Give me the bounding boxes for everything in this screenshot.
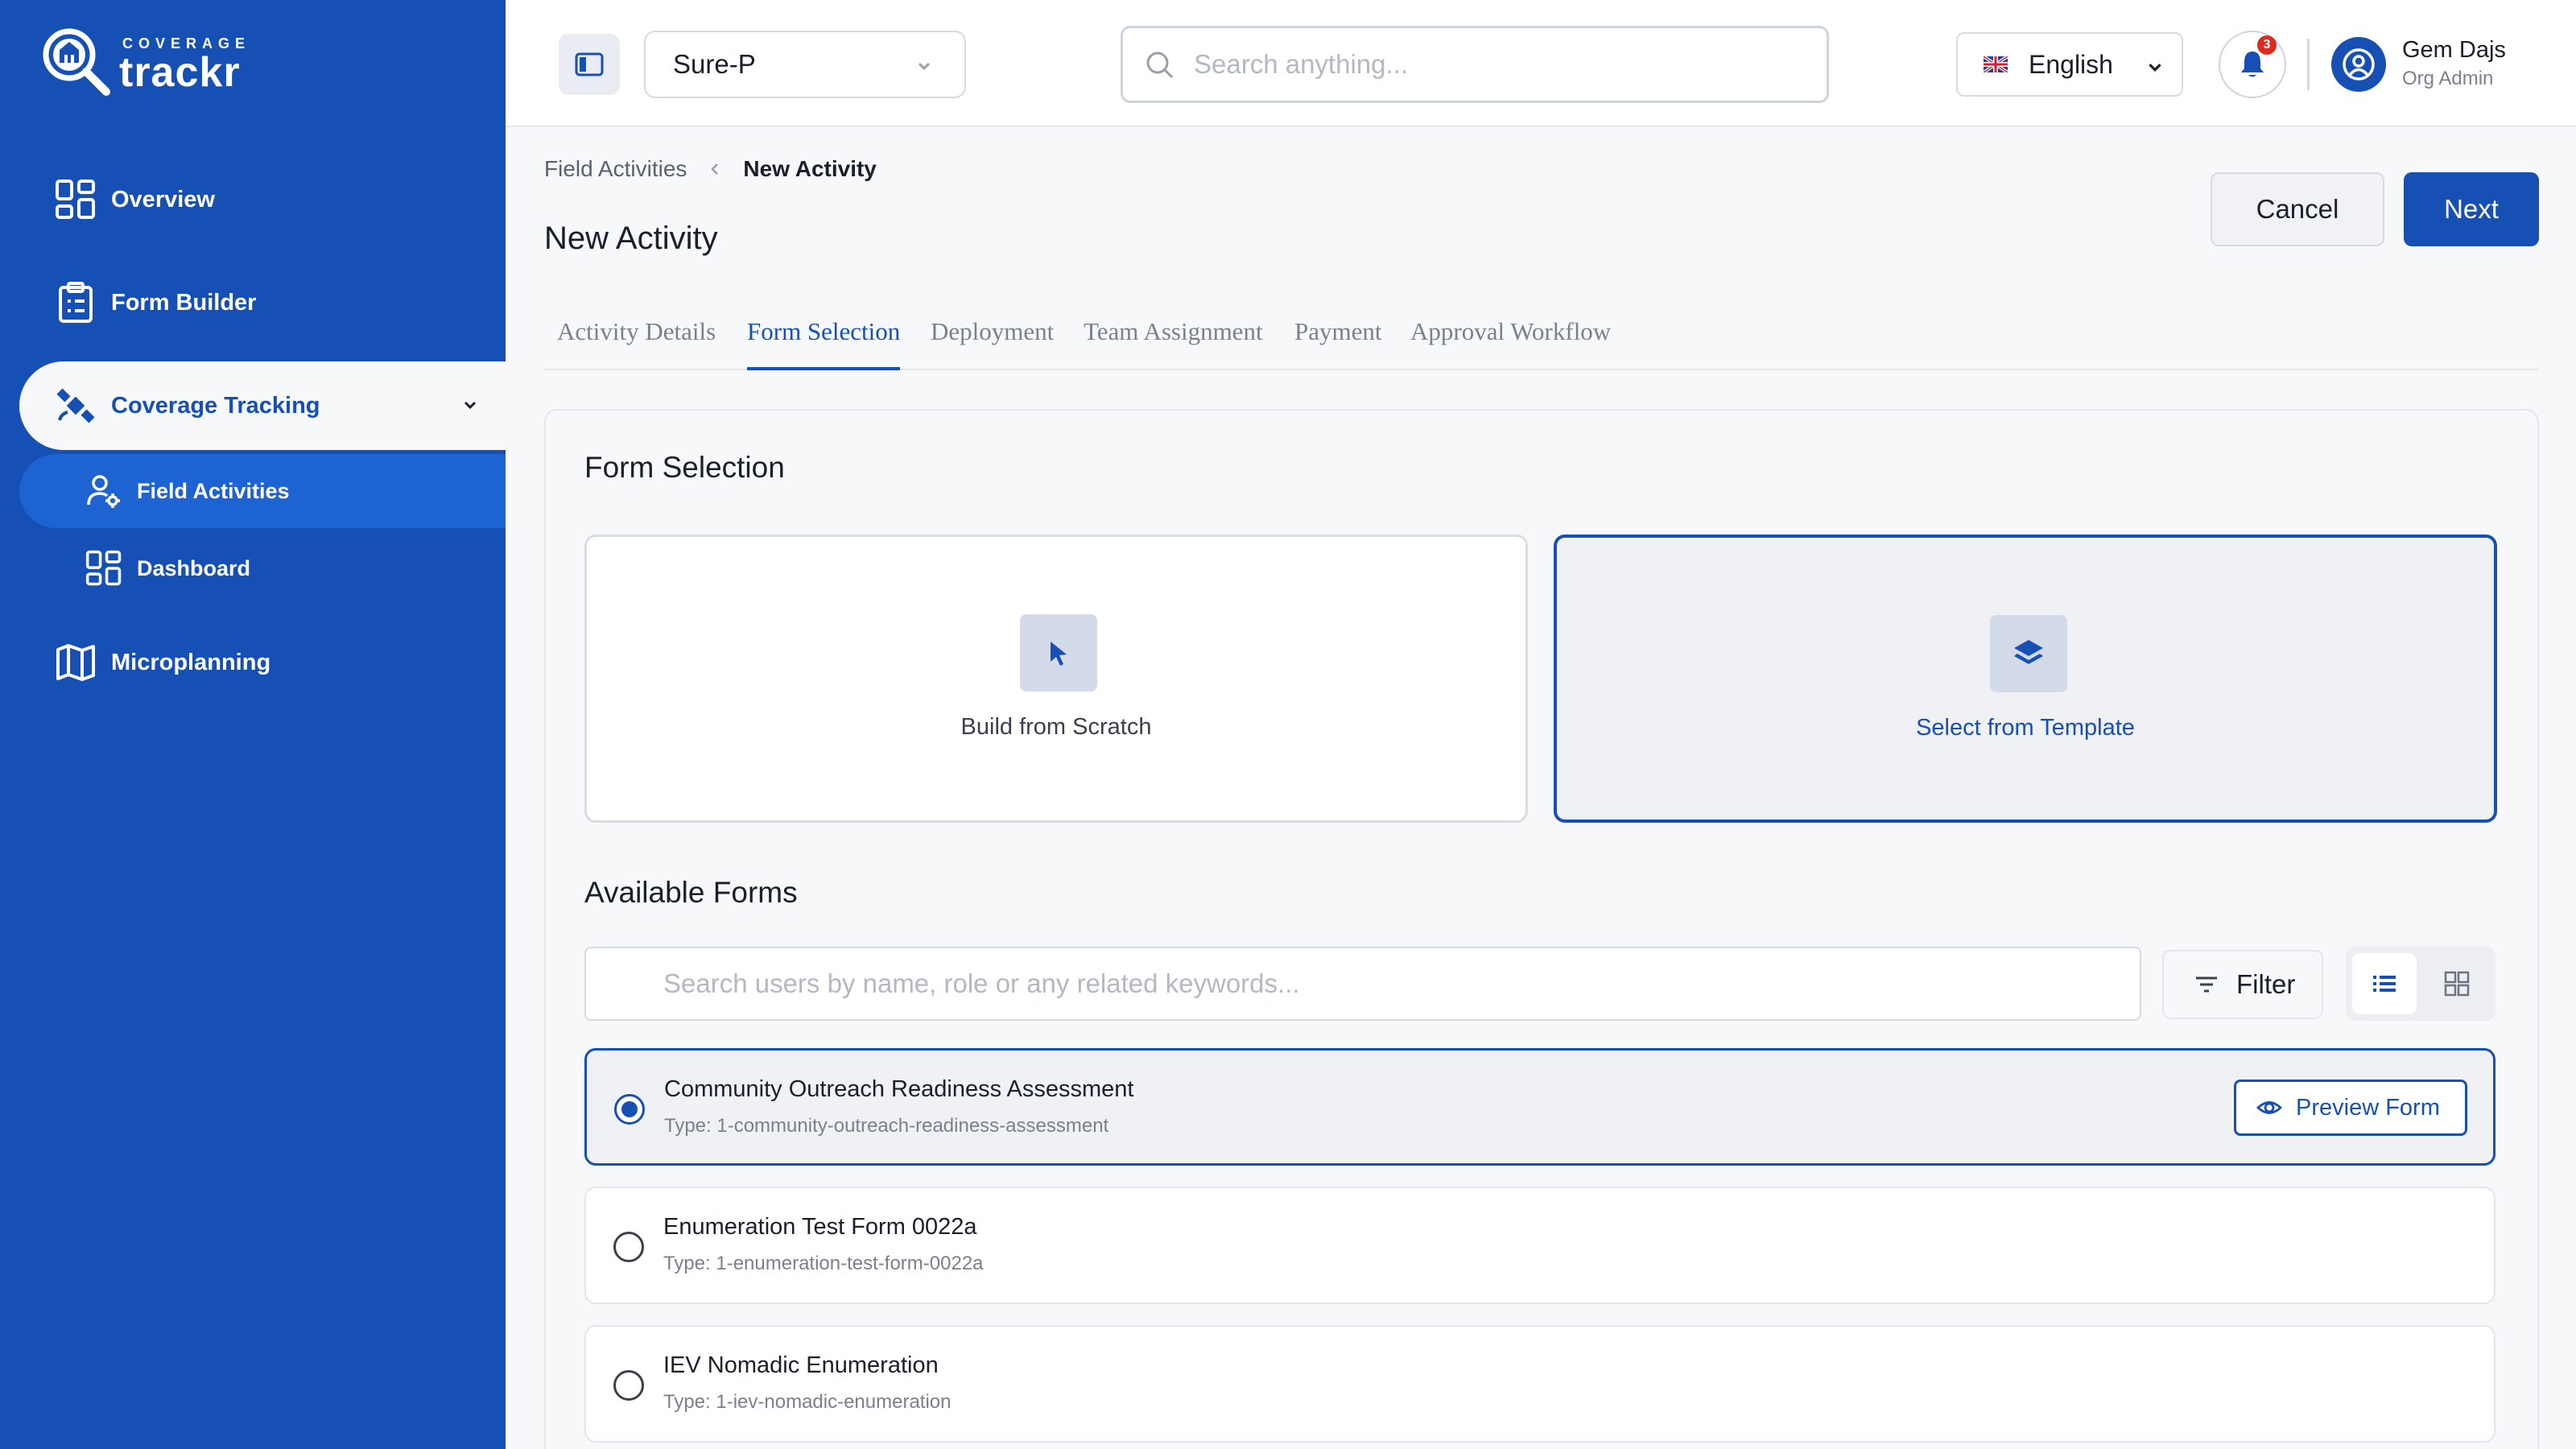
form-name: Community Outreach Readiness Assessment	[664, 1076, 1134, 1102]
form-row[interactable]: Community Outreach Readiness Assessment …	[584, 1048, 2496, 1166]
brand-name: trackr	[119, 49, 241, 96]
users-gear-icon	[85, 473, 122, 510]
tab-form-selection[interactable]: Form Selection	[747, 317, 901, 370]
list-view-button[interactable]	[2352, 953, 2417, 1014]
user-circle-icon	[2343, 48, 2375, 80]
available-forms-title: Available Forms	[584, 876, 798, 909]
select-from-template-label: Select from Template	[1916, 715, 2135, 741]
sidebar-item-microplanning[interactable]: Microplanning	[19, 618, 506, 707]
grid-view-button[interactable]	[2425, 953, 2489, 1014]
uk-flag-icon	[1984, 56, 2008, 72]
organization-select[interactable]: Sure-P	[644, 31, 966, 98]
sidebar-item-label: Form Builder	[111, 289, 257, 316]
form-radio[interactable]	[613, 1232, 644, 1262]
form-type: Type: 1-community-outreach-readiness-ass…	[664, 1115, 1109, 1137]
form-row[interactable]: IEV Nomadic Enumeration Type: 1-iev-noma…	[584, 1325, 2496, 1443]
tab-payment[interactable]: Payment	[1294, 317, 1382, 370]
filter-label: Filter	[2236, 969, 2296, 999]
tab-team-assignment[interactable]: Team Assignment	[1084, 317, 1263, 370]
layers-icon	[1990, 615, 2067, 692]
chevron-down-icon	[918, 62, 931, 71]
sidebar-subitem-label: Field Activities	[137, 478, 290, 503]
language-select[interactable]: English	[1956, 32, 2183, 97]
tab-deployment[interactable]: Deployment	[931, 317, 1054, 370]
language-value: English	[2029, 49, 2113, 79]
brand-logo[interactable]: COVERAGE trackr	[40, 26, 250, 103]
page-title: New Activity	[544, 221, 718, 256]
breadcrumb-current: New Activity	[743, 156, 877, 181]
preview-form-label: Preview Form	[2296, 1094, 2440, 1121]
search-icon	[1146, 52, 1174, 79]
forms-search-input[interactable]	[663, 968, 2112, 999]
sidebar-item-label: Overview	[111, 186, 215, 213]
form-name: Enumeration Test Form 0022a	[663, 1214, 977, 1240]
grid-icon	[55, 179, 97, 221]
next-button[interactable]: Next	[2404, 172, 2539, 246]
sidebar-item-field-activities[interactable]: Field Activities	[19, 454, 506, 528]
sidebar-toggle-button[interactable]	[559, 34, 620, 95]
build-from-scratch-card[interactable]: Build from Scratch	[584, 535, 1528, 823]
tab-activity-details[interactable]: Activity Details	[557, 317, 716, 370]
form-radio-selected[interactable]	[614, 1094, 645, 1125]
eye-icon	[2256, 1101, 2283, 1114]
view-toggle	[2346, 947, 2496, 1021]
magnifier-logo-icon	[43, 28, 110, 96]
form-selection-title: Form Selection	[584, 451, 785, 484]
list-icon	[2373, 976, 2396, 992]
notification-count-badge: 3	[2257, 35, 2277, 55]
sidebar-subitem-label: Dashboard	[137, 555, 251, 580]
breadcrumb-parent-link[interactable]: Field Activities	[544, 156, 687, 182]
form-type: Type: 1-enumeration-test-form-0022a	[663, 1253, 984, 1274]
satellite-icon	[55, 385, 97, 427]
sidebar-toggle-icon	[575, 52, 604, 76]
select-from-template-card[interactable]: Select from Template	[1554, 535, 2497, 823]
grid-icon	[2444, 971, 2470, 997]
form-row[interactable]: Enumeration Test Form 0022a Type: 1-enum…	[584, 1187, 2496, 1304]
form-name: IEV Nomadic Enumeration	[663, 1352, 939, 1378]
sidebar-item-label: Microplanning	[111, 649, 271, 675]
user-role: Org Admin	[2402, 68, 2494, 89]
sidebar-item-label: Coverage Tracking	[111, 392, 320, 419]
sidebar-item-overview[interactable]: Overview	[19, 155, 506, 244]
filter-icon	[2196, 976, 2217, 993]
sidebar: COVERAGE trackr Overview Form Builder Co…	[0, 0, 506, 1449]
user-name[interactable]: Gem Dajs	[2402, 37, 2506, 64]
notifications-button[interactable]: 3	[2219, 31, 2286, 98]
step-tabs: Activity Details Form Selection Deployme…	[544, 306, 2539, 370]
cursor-icon	[1020, 614, 1097, 691]
build-from-scratch-label: Build from Scratch	[960, 714, 1152, 740]
sidebar-item-dashboard[interactable]: Dashboard	[19, 531, 506, 605]
preview-form-button[interactable]: Preview Form	[2234, 1080, 2467, 1136]
grid-icon	[85, 550, 122, 587]
sidebar-item-coverage-tracking[interactable]: Coverage Tracking	[19, 361, 506, 450]
chevron-left-icon	[711, 163, 719, 175]
clipboard-icon	[55, 282, 97, 324]
global-search	[1121, 26, 1829, 103]
sidebar-item-form-builder[interactable]: Form Builder	[19, 258, 506, 347]
forms-search	[584, 947, 2141, 1021]
header-divider	[2307, 39, 2310, 90]
chevron-down-icon	[2149, 64, 2161, 72]
form-type: Type: 1-iev-nomadic-enumeration	[663, 1391, 952, 1413]
filter-button[interactable]: Filter	[2162, 950, 2323, 1019]
cancel-button[interactable]: Cancel	[2211, 172, 2384, 246]
map-icon	[55, 642, 97, 683]
chevron-down-icon	[464, 401, 477, 410]
tab-approval-workflow[interactable]: Approval Workflow	[1410, 317, 1611, 370]
organization-value: Sure-P	[673, 49, 756, 79]
top-header: Sure-P English 3 G	[506, 0, 2576, 127]
form-radio[interactable]	[613, 1370, 644, 1401]
global-search-input[interactable]	[1194, 49, 1806, 80]
user-avatar[interactable]	[2331, 37, 2386, 92]
breadcrumb: Field Activities New Activity	[544, 156, 877, 182]
